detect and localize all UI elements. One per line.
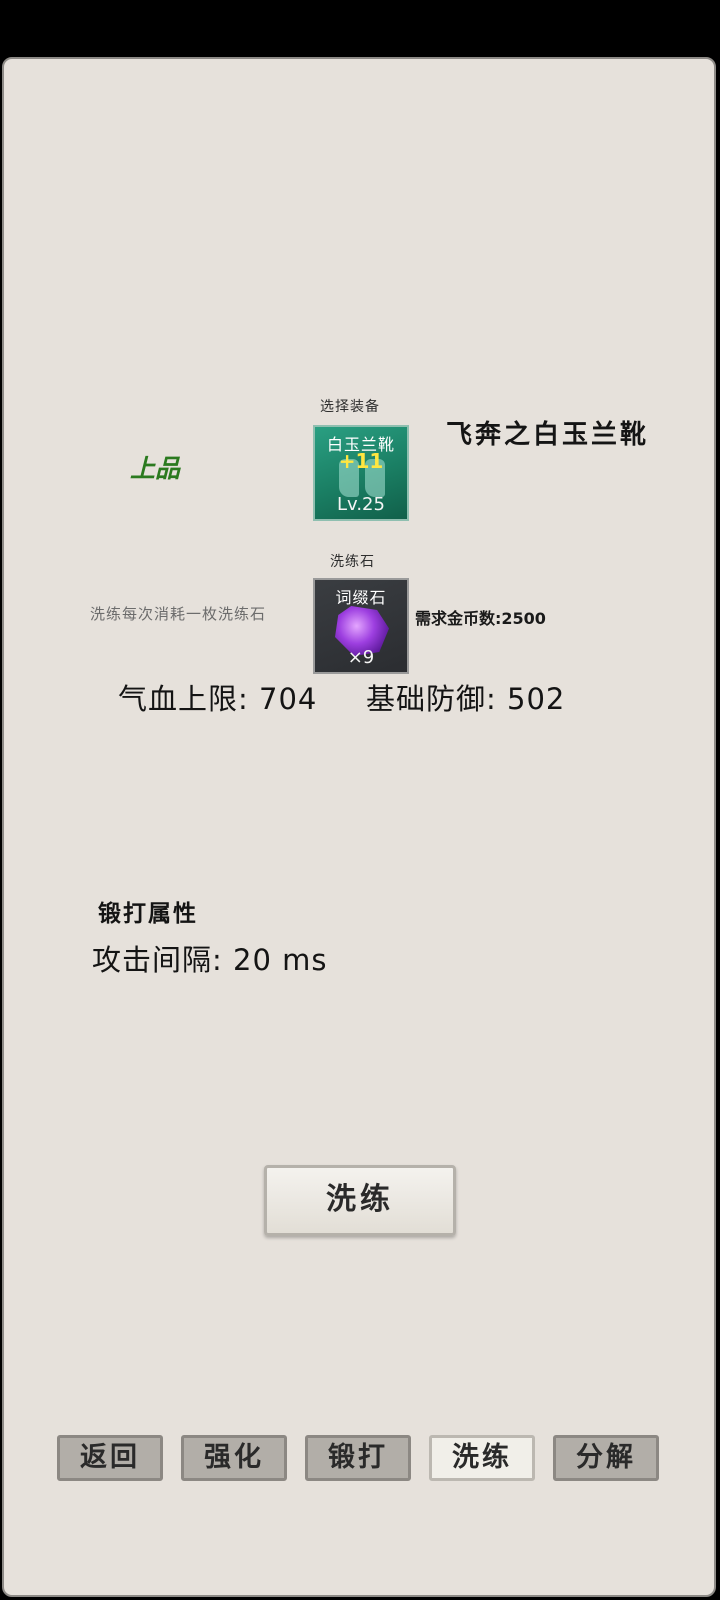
tab-refine[interactable]: 洗练 xyxy=(429,1435,535,1481)
select-equipment-label: 选择装备 xyxy=(320,399,380,415)
tab-forge[interactable]: 锻打 xyxy=(305,1435,411,1481)
equipment-slot[interactable]: 白玉兰靴 +11 Lv.25 xyxy=(313,425,409,521)
equipment-level: Lv.25 xyxy=(337,494,385,515)
gold-cost: 需求金币数:2500 xyxy=(415,609,546,628)
tab-decompose[interactable]: 分解 xyxy=(553,1435,659,1481)
quality-label: 上品 xyxy=(130,454,181,483)
equipment-name: 飞奔之白玉兰靴 xyxy=(446,420,650,450)
tab-back[interactable]: 返回 xyxy=(57,1435,163,1481)
stat-defense: 基础防御: 502 xyxy=(366,682,566,716)
stat-hp: 气血上限: 704 xyxy=(118,682,318,716)
main-panel: 选择装备 上品 白玉兰靴 +11 Lv.25 飞奔之白玉兰靴 洗练石 洗练每次消… xyxy=(2,57,716,1597)
refine-button[interactable]: 洗练 xyxy=(264,1165,456,1236)
refine-note: 洗练每次消耗一枚洗练石 xyxy=(90,605,267,623)
tab-enhance[interactable]: 强化 xyxy=(181,1435,287,1481)
refine-stone-label: 洗练石 xyxy=(330,554,375,570)
forge-attributes-title: 锻打属性 xyxy=(98,901,198,927)
stone-name: 词缀石 xyxy=(335,588,387,607)
enhance-level: +11 xyxy=(338,449,384,473)
refine-stone-slot[interactable]: 词缀石 ×9 xyxy=(313,578,409,674)
forge-attribute: 攻击间隔: 20 ms xyxy=(92,943,328,977)
stone-count: ×9 xyxy=(347,647,375,668)
